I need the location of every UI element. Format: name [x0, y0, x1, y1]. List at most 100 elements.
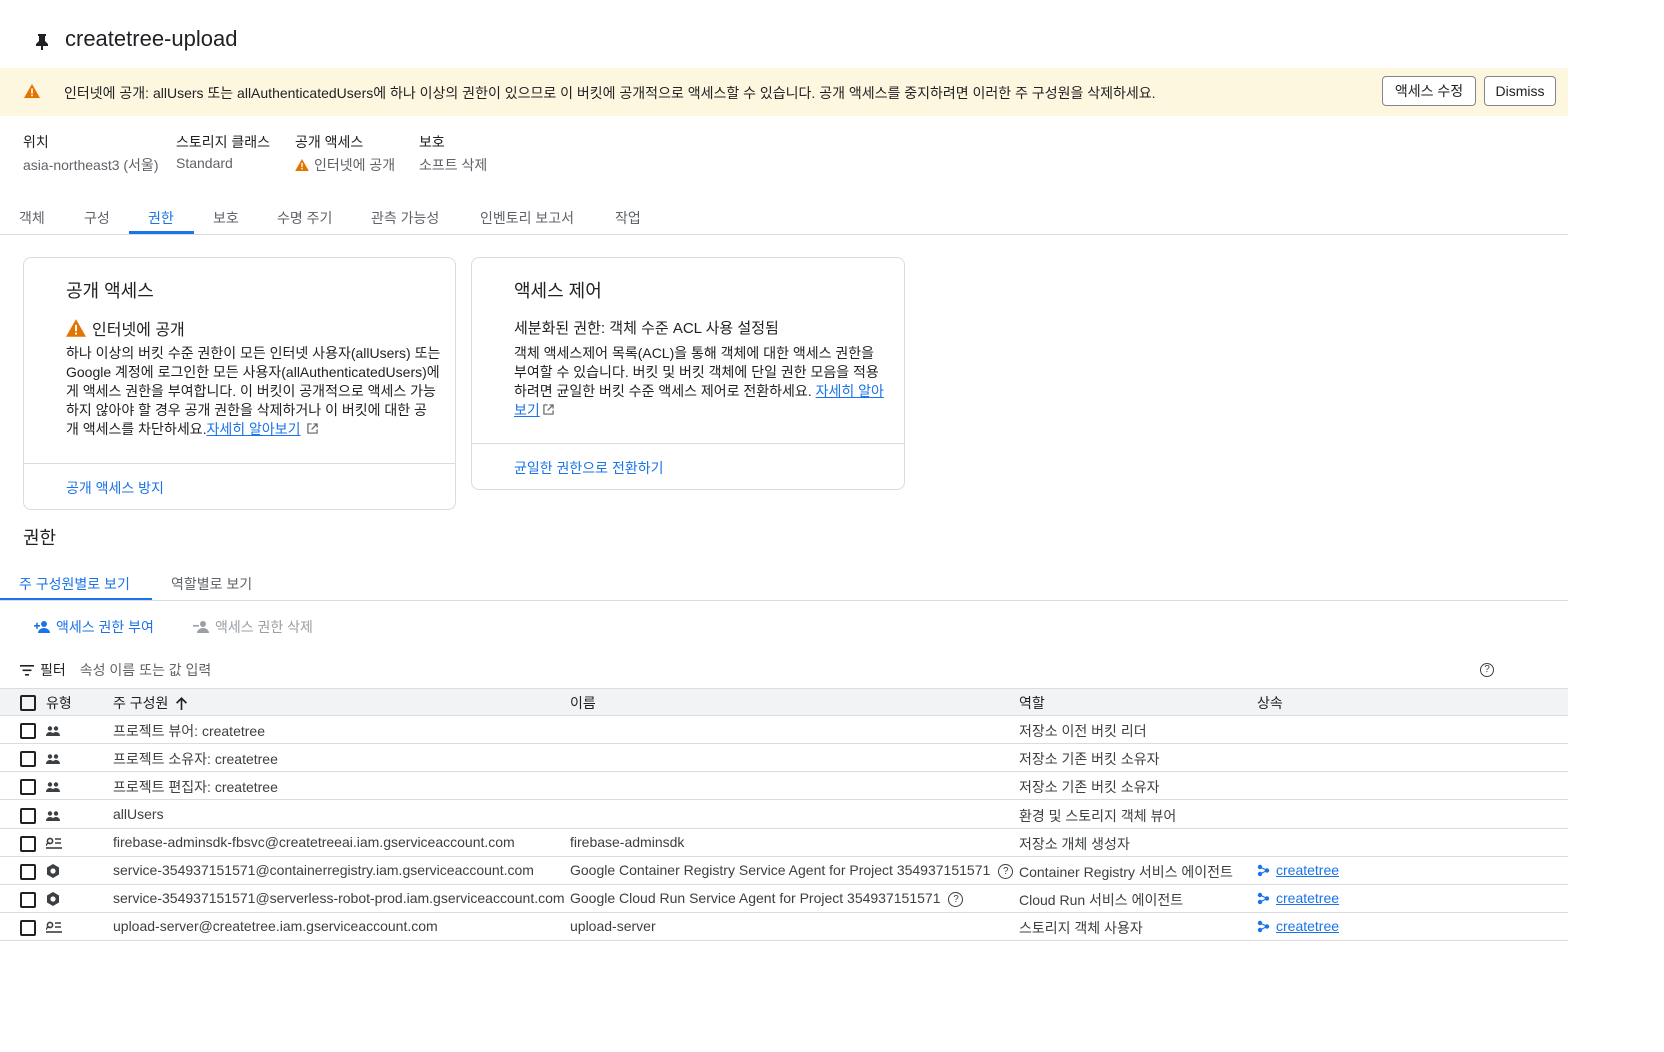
table-row[interactable]: 프로젝트 편집자: createtree 저장소 기존 버킷 소유자	[0, 772, 1568, 801]
grant-access-button[interactable]: 액세스 권한 부여	[34, 617, 154, 637]
table-row[interactable]: firebase-adminsdk-fbsvc@createtreeai.iam…	[0, 829, 1568, 857]
tab-observability[interactable]: 관측 가능성	[371, 208, 439, 228]
active-subtab-indicator	[0, 598, 152, 600]
switch-to-uniform-link[interactable]: 균일한 권한으로 전환하기	[514, 458, 663, 478]
description-line: 하나 이상의 버킷 수준 권한이 모든 인터넷 사용자(allUsers) 또는	[66, 345, 441, 361]
description-line: 하려면 균일한 버킷 수준 액세스 제어로 전환하세요. 자세히 알아	[514, 382, 899, 401]
tab-lifecycle[interactable]: 수명 주기	[277, 208, 332, 228]
column-type[interactable]: 유형	[46, 693, 72, 713]
card-divider	[24, 463, 455, 464]
view-by-role-tab[interactable]: 역할별로 보기	[171, 574, 252, 594]
tab-configuration[interactable]: 구성	[84, 208, 110, 228]
row-checkbox[interactable]	[20, 835, 36, 852]
column-principal[interactable]: 주 구성원	[113, 693, 188, 713]
banner-message: 인터넷에 공개: allUsers 또는 allAuthenticatedUse…	[64, 85, 1156, 101]
help-icon[interactable]: ?	[998, 863, 1014, 879]
column-inheritance[interactable]: 상속	[1257, 693, 1283, 713]
name-cell: Google Container Registry Service Agent …	[570, 862, 1014, 879]
remove-access-button[interactable]: 액세스 권한 삭제	[193, 617, 313, 637]
table-row[interactable]: allUsers 환경 및 스토리지 객체 뷰어	[0, 801, 1568, 829]
dismiss-button[interactable]: Dismiss	[1484, 76, 1556, 106]
protection-label: 보호	[419, 134, 445, 150]
public-access-text: 인터넷에 공개	[314, 157, 396, 173]
tab-inventory-reports[interactable]: 인벤토리 보고서	[480, 208, 574, 228]
principal-cell: upload-server@createtree.iam.gserviceacc…	[113, 918, 438, 935]
description-line: 개 액세스를 차단하세요.자세히 알아보기	[66, 420, 451, 439]
card-divider	[472, 443, 904, 444]
storage-class-label: 스토리지 클래스	[176, 134, 271, 150]
row-checkbox[interactable]	[20, 807, 36, 824]
inheritance-text: createtree	[1276, 890, 1340, 907]
view-by-principal-tab[interactable]: 주 구성원별로 보기	[19, 574, 130, 594]
project-icon	[1257, 892, 1270, 904]
table-header	[0, 688, 1568, 716]
row-checkbox[interactable]	[20, 892, 36, 909]
service-agent-icon	[46, 864, 60, 883]
public-access-card-title: 공개 액세스	[66, 281, 154, 301]
edit-access-button[interactable]: 액세스 수정	[1382, 76, 1476, 106]
row-checkbox[interactable]	[20, 723, 36, 739]
principal-cell: 프로젝트 뷰어: createtree	[113, 723, 265, 739]
pin-icon[interactable]	[36, 34, 48, 50]
inheritance-link[interactable]: createtree	[1257, 890, 1339, 906]
description-line: 보기	[514, 401, 899, 420]
help-icon[interactable]: ?	[948, 891, 964, 907]
access-control-description: 객체 액세스제어 목록(ACL)을 통해 객체에 대한 액세스 권한을 부여할 …	[514, 344, 899, 420]
service-account-icon	[45, 836, 62, 854]
learn-more-link[interactable]: 자세히 알아	[816, 383, 884, 399]
public-status-text: 인터넷에 공개	[92, 322, 185, 339]
help-icon[interactable]: ?	[1480, 661, 1494, 679]
role-cell: 저장소 기존 버킷 소유자	[1019, 751, 1160, 768]
table-row[interactable]: 프로젝트 소유자: createtree 저장소 기존 버킷 소유자	[0, 744, 1568, 773]
learn-more-link-continued[interactable]: 보기	[514, 402, 540, 418]
principal-cell: service-354937151571@serverless-robot-pr…	[113, 890, 565, 907]
name-text: Google Container Registry Service Agent …	[570, 862, 991, 878]
inheritance-link[interactable]: createtree	[1257, 918, 1339, 934]
description-line: 게 액세스 권한을 부여합니다. 이 버킷이 공개적으로 액세스 가능	[66, 383, 436, 399]
tab-permissions[interactable]: 권한	[148, 208, 174, 228]
description-line: Google 계정에 로그인한 모든 사용자(allAuthenticatedU…	[66, 364, 440, 380]
filter-icon	[20, 664, 34, 676]
tab-protection[interactable]: 보호	[213, 208, 239, 228]
group-icon	[46, 779, 60, 797]
subtabs-divider	[0, 600, 1568, 601]
project-icon	[1257, 864, 1270, 876]
inheritance-link[interactable]: createtree	[1257, 862, 1339, 878]
remove-access-label: 액세스 권한 삭제	[215, 619, 313, 635]
column-principal-label: 주 구성원	[113, 695, 169, 711]
principal-cell: service-354937151571@containerregistry.i…	[113, 862, 534, 878]
remove-person-icon	[193, 621, 209, 633]
tabs-divider	[0, 234, 1568, 235]
role-cell: Container Registry 서비스 에이전트	[1019, 864, 1233, 880]
inheritance-text: createtree	[1276, 862, 1340, 878]
select-all-checkbox[interactable]	[20, 695, 36, 711]
column-role[interactable]: 역할	[1019, 693, 1045, 713]
filter-input[interactable]: 속성 이름 또는 값 입력	[80, 660, 211, 680]
description-text: 하려면 균일한 버킷 수준 액세스 제어로 전환하세요.	[514, 383, 812, 399]
role-cell: 스토리지 객체 사용자	[1019, 920, 1143, 937]
row-checkbox[interactable]	[20, 751, 36, 768]
tab-operations[interactable]: 작업	[615, 208, 641, 228]
sort-ascending-icon[interactable]	[176, 696, 188, 710]
filter-label: 필터	[40, 662, 66, 678]
table-row[interactable]: upload-server@createtree.iam.gserviceacc…	[0, 913, 1568, 942]
role-cell: 저장소 이전 버킷 리더	[1019, 723, 1147, 739]
group-icon	[46, 723, 60, 741]
learn-more-link[interactable]: 자세히 알아보기	[206, 421, 300, 437]
filter-bar[interactable]: 필터 속성 이름 또는 값 입력	[20, 660, 211, 680]
description-line: 부여할 수 있습니다. 버킷 및 버킷 객체에 단일 권한 모음을 적용	[514, 364, 879, 380]
access-control-card-title: 액세스 제어	[514, 281, 602, 301]
tab-objects[interactable]: 객체	[19, 208, 45, 228]
table-row[interactable]: service-354937151571@containerregistry.i…	[0, 857, 1568, 885]
role-cell: 저장소 기존 버킷 소유자	[1019, 779, 1160, 796]
column-name[interactable]: 이름	[570, 693, 596, 713]
row-checkbox[interactable]	[20, 779, 36, 796]
public-access-label: 공개 액세스	[295, 134, 364, 150]
protection-value: 소프트 삭제	[419, 157, 488, 173]
prevent-public-access-link[interactable]: 공개 액세스 방지	[66, 478, 164, 498]
table-row[interactable]: 프로젝트 뷰어: createtree 저장소 이전 버킷 리더	[0, 716, 1568, 744]
row-checkbox[interactable]	[20, 920, 36, 937]
location-label: 위치	[23, 134, 49, 150]
row-checkbox[interactable]	[20, 864, 36, 880]
table-row[interactable]: service-354937151571@serverless-robot-pr…	[0, 885, 1568, 914]
